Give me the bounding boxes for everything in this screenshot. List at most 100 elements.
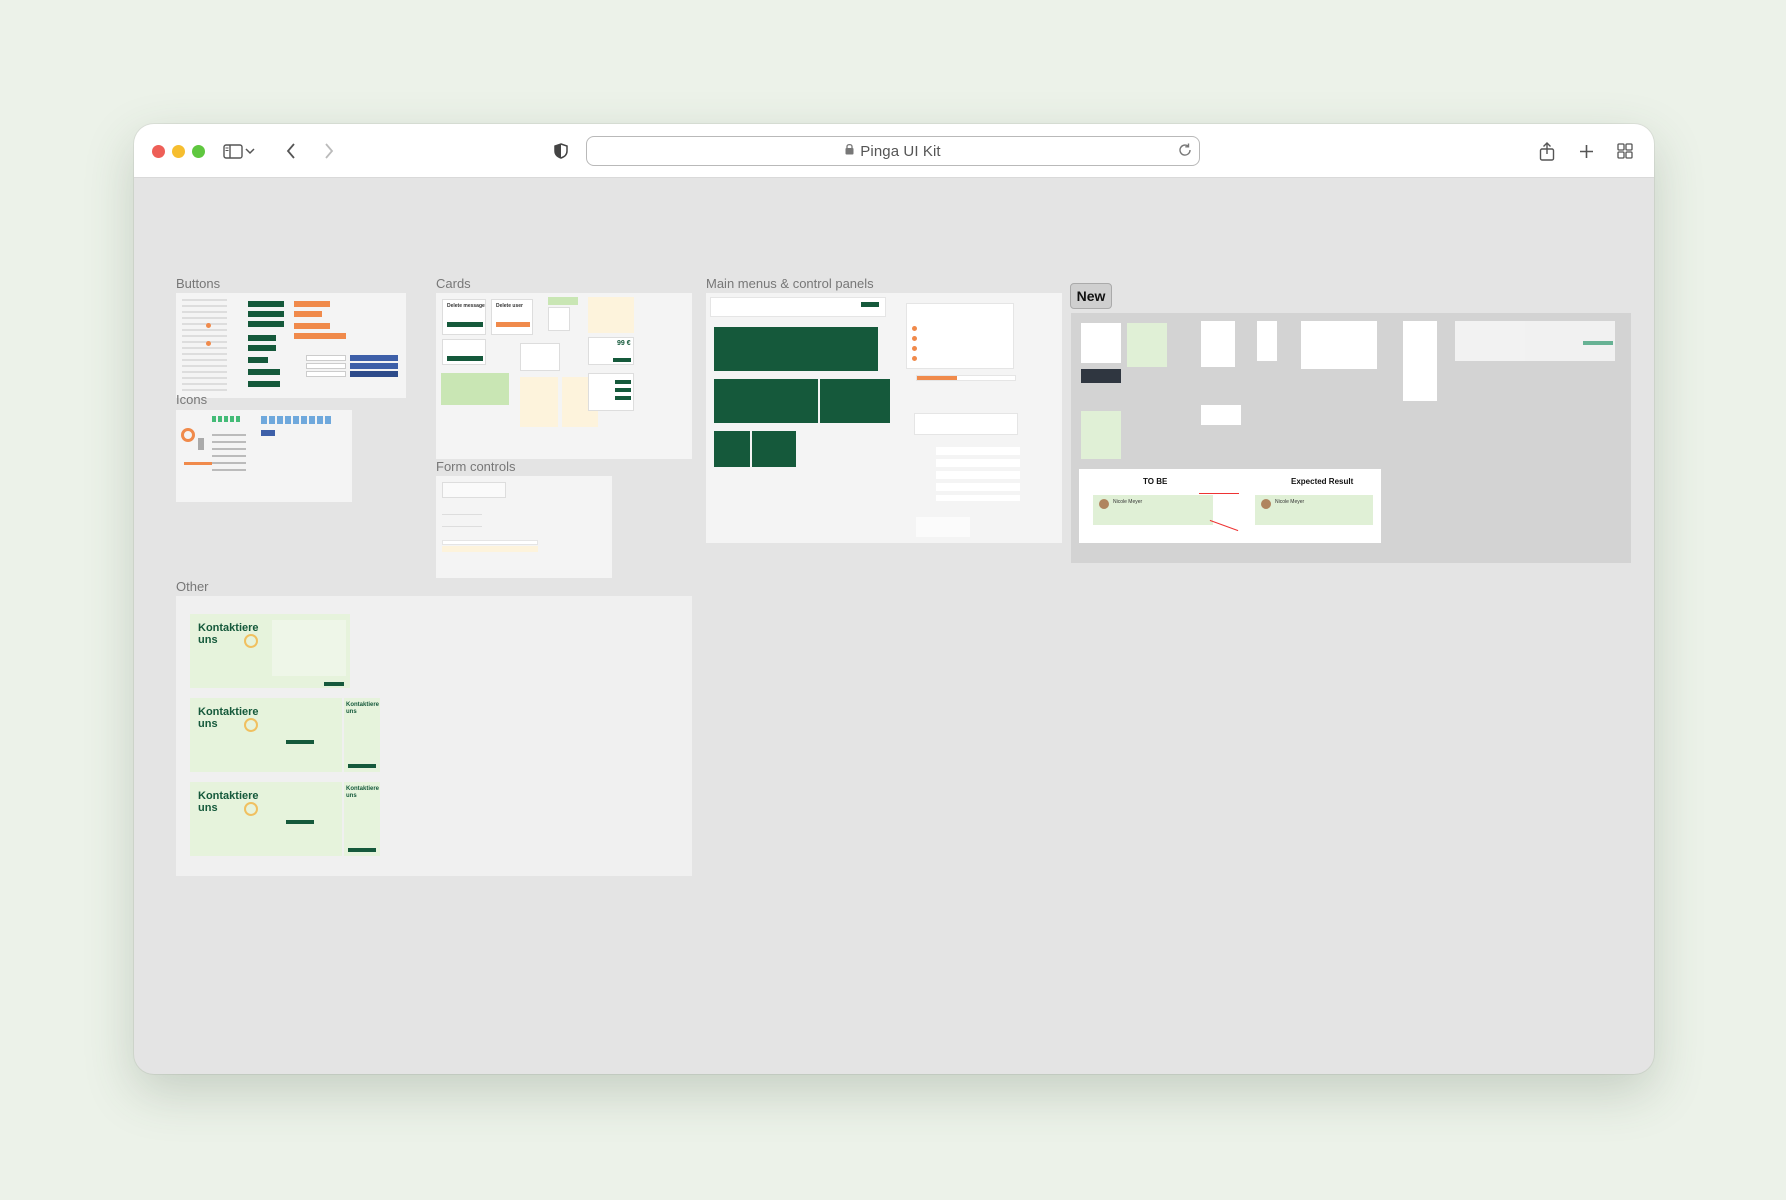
contact-form-card: Kontaktiere uns	[190, 614, 350, 688]
profile-card-before: Nicole Meyer	[1093, 495, 1213, 525]
section-label-buttons: Buttons	[176, 276, 221, 291]
placeholder-icon	[198, 438, 204, 450]
contact-success-card: Kontaktiere uns	[190, 698, 342, 772]
indicator-dot	[206, 341, 211, 346]
expected-result-label: Expected Result	[1291, 477, 1354, 486]
mobile-card-sample	[1127, 323, 1167, 367]
contact-title: Kontaktiere uns	[198, 706, 259, 730]
section-label-other: Other	[176, 579, 209, 594]
dialog-confirm	[496, 322, 530, 327]
footer-panel-medium	[820, 379, 890, 423]
services-card	[588, 373, 634, 411]
contact-title: Kontaktiere uns	[198, 790, 259, 814]
menu-sample	[1257, 321, 1277, 361]
comparison-board: TO BE Expected Result Nicole Meyer Nicol…	[1079, 469, 1381, 543]
retry-button	[286, 820, 314, 824]
cards-frame[interactable]: Delete message Delete user 99 €	[436, 293, 692, 459]
orange-button-sample	[294, 333, 346, 339]
contact-mobile-card: Kontaktiere uns	[344, 698, 380, 772]
minimize-window-button[interactable]	[172, 145, 185, 158]
new-section-badge: New	[1070, 283, 1112, 309]
progress-bar	[916, 375, 1016, 381]
url-text: Pinga UI Kit	[860, 142, 941, 160]
service-button	[615, 396, 631, 400]
section-label-cards: Cards	[436, 276, 471, 291]
mobile-card-sample	[1081, 323, 1121, 363]
footer-panel-large	[714, 327, 878, 371]
outline-button-sample	[306, 363, 346, 369]
share-icon[interactable]	[1532, 137, 1562, 165]
contact-title: Kontaktiere uns	[346, 702, 380, 715]
select-option	[442, 540, 538, 545]
list-sample	[1201, 321, 1235, 367]
plan-card	[588, 297, 634, 333]
person-name: Nicole Meyer	[1113, 499, 1143, 505]
zoom-window-button[interactable]	[192, 145, 205, 158]
new-frame[interactable]: TO BE Expected Result Nicole Meyer Nicol…	[1071, 313, 1631, 563]
reload-icon[interactable]	[1177, 142, 1193, 163]
shield-icon[interactable]	[546, 137, 576, 165]
dialog-confirm	[447, 356, 483, 361]
back-icon[interactable]	[276, 137, 306, 165]
status-dot	[912, 336, 917, 341]
primary-button-sample	[248, 369, 280, 375]
service-button	[615, 388, 631, 392]
profile-card-after: Nicole Meyer	[1255, 495, 1373, 525]
footer-panel-medium	[714, 379, 818, 423]
close-window-button[interactable]	[152, 145, 165, 158]
textarea-sample	[442, 482, 506, 498]
new-tab-icon[interactable]	[1571, 137, 1601, 165]
other-frame[interactable]: Kontaktiere uns Kontaktiere uns Kontakti…	[176, 596, 692, 876]
chat-input-sample	[1201, 405, 1241, 425]
price-card: 99 €	[588, 337, 634, 365]
status-dot	[912, 346, 917, 351]
back-button	[286, 740, 314, 744]
orange-button-sample	[294, 323, 330, 329]
icons-frame[interactable]	[176, 410, 352, 502]
orange-button-sample	[294, 301, 330, 307]
footer-panel-small	[714, 431, 750, 467]
browser-toolbar: Pinga UI Kit	[134, 124, 1654, 178]
primary-button-sample	[248, 345, 276, 351]
dialog-title: Delete message	[447, 303, 485, 309]
primary-button-sample	[248, 301, 284, 307]
annotation-line	[1209, 519, 1239, 532]
design-canvas[interactable]: Buttons Icons Cards Delete message Delet…	[134, 179, 1654, 1074]
contact-mobile-card: Kontaktiere uns	[344, 782, 380, 856]
address-bar[interactable]: Pinga UI Kit	[586, 136, 1200, 166]
lock-icon	[845, 142, 854, 160]
list-card	[520, 343, 560, 371]
status-dot	[912, 356, 917, 361]
buttons-frame[interactable]	[176, 293, 406, 398]
section-label-menus: Main menus & control panels	[706, 276, 874, 291]
primary-button-sample	[248, 381, 280, 387]
buy-button	[613, 358, 631, 362]
chevron-down-icon[interactable]	[240, 137, 260, 165]
dialog-card	[442, 339, 486, 365]
annotation-line	[1199, 493, 1239, 494]
icon-row	[212, 416, 242, 422]
button-states-grid	[182, 299, 227, 391]
dialog-confirm	[447, 322, 483, 327]
indicator-dot	[206, 323, 211, 328]
notifications-panel	[906, 303, 1014, 369]
avatar	[1099, 499, 1109, 509]
input-list-panel	[936, 447, 1020, 501]
sidebar-sample	[1301, 321, 1377, 369]
top-nav-sample	[710, 297, 886, 317]
primary-button-sample	[248, 357, 268, 363]
blue-button-sample	[350, 371, 398, 377]
empty-state-panel	[916, 517, 970, 537]
forward-icon[interactable]	[314, 137, 344, 165]
progress-fill	[917, 376, 957, 380]
tab-overview-icon[interactable]	[1610, 137, 1640, 165]
file-type-icons	[261, 416, 331, 424]
input-sample	[442, 510, 482, 515]
toast-card	[548, 297, 578, 305]
kanban-highlight	[1583, 341, 1613, 345]
dialog-title: Delete user	[496, 303, 523, 309]
form-controls-frame[interactable]	[436, 476, 612, 578]
menus-frame[interactable]	[706, 293, 1062, 543]
kanban-sample	[1455, 321, 1615, 361]
stepper-card	[548, 307, 570, 331]
